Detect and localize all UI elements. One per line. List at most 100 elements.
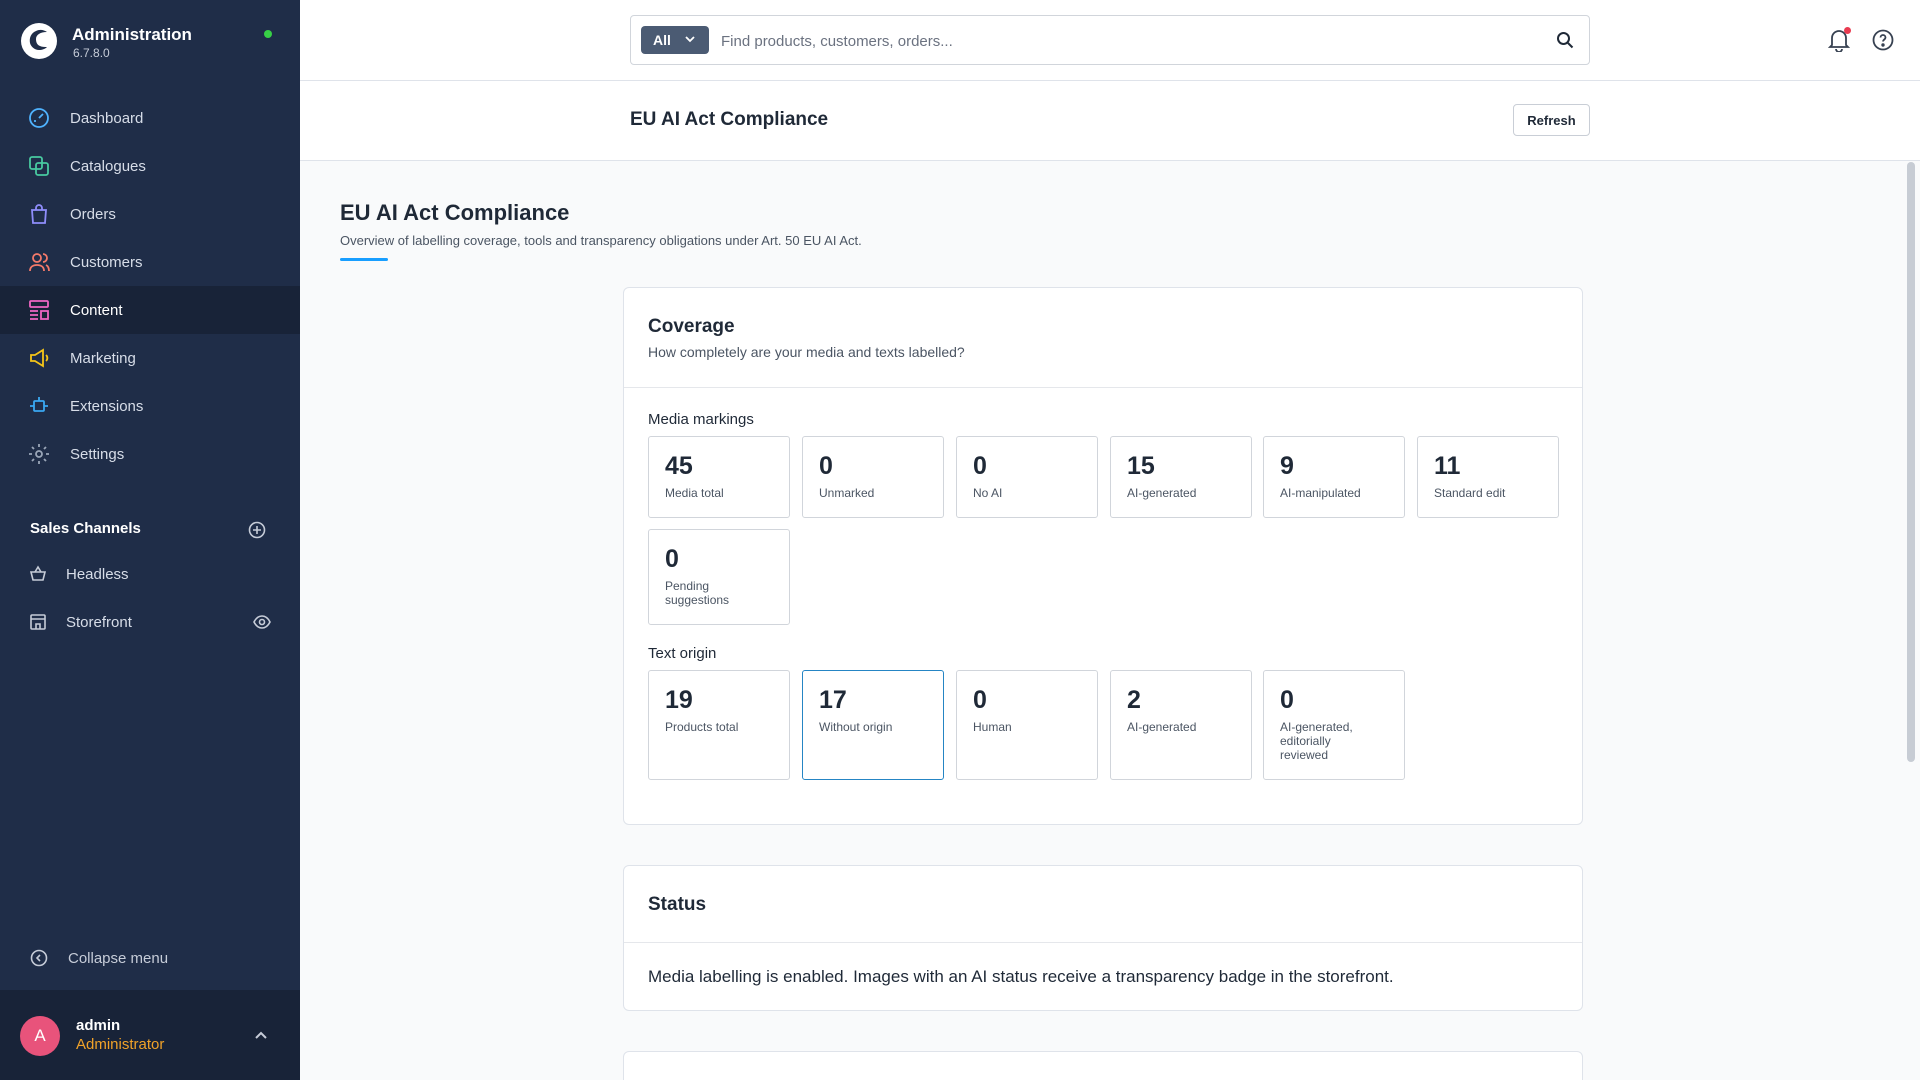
next-card [623, 1051, 1583, 1080]
stat-value: 19 [665, 686, 693, 714]
basket-icon [29, 565, 47, 581]
nav-item-orders[interactable]: Orders [0, 190, 300, 238]
nav-item-catalogues[interactable]: Catalogues [0, 142, 300, 190]
global-search: All [630, 15, 1590, 65]
stat-value: 0 [665, 545, 679, 573]
status-card-header: Status [624, 866, 1582, 943]
nav-item-dashboard[interactable]: Dashboard [0, 94, 300, 142]
stat-value: 0 [819, 452, 833, 480]
page-title: EU AI Act Compliance [630, 109, 829, 130]
stat-standard-edit: 11 Standard edit [1417, 436, 1559, 518]
stat-pending-suggestions: 0 Pending suggestions [648, 529, 790, 625]
nav-label: Extensions [70, 397, 144, 415]
coverage-title: Coverage [648, 316, 735, 337]
stat-value: 17 [819, 686, 847, 714]
sales-channel-list: Headless Storefront [0, 550, 300, 646]
stat-label: Pending suggestions [665, 579, 730, 607]
nav-label: Dashboard [70, 109, 144, 127]
sales-channel-label: Storefront [66, 613, 132, 631]
stat-label: Standard edit [1434, 486, 1506, 500]
stat-without-origin: 17 Without origin [802, 670, 944, 780]
title-accent-underline [340, 258, 388, 261]
nav-label: Customers [70, 253, 143, 271]
stat-value: 2 [1127, 686, 1141, 714]
stat-value: 11 [1434, 452, 1461, 480]
orders-icon [31, 204, 47, 224]
brand[interactable]: Administration 6.7.8.0 [20, 22, 280, 62]
status-title: Status [648, 894, 707, 915]
search-type-label: All [653, 32, 671, 48]
user-name: admin [76, 1017, 121, 1034]
collapse-menu-button[interactable]: Collapse menu [30, 946, 168, 970]
stat-media-total: 45 Media total [648, 436, 790, 518]
sidebar: Administration 6.7.8.0 Dashboard Catalog… [0, 0, 300, 1080]
user-menu[interactable]: A admin Administrator [0, 990, 300, 1080]
content-scrollbar[interactable] [1907, 162, 1915, 762]
stat-label: AI-generated [1127, 720, 1197, 734]
nav-item-customers[interactable]: Customers [0, 238, 300, 286]
stat-value: 45 [665, 452, 693, 480]
top-bar: All [300, 0, 1920, 81]
add-sales-channel-icon[interactable] [248, 521, 266, 539]
stat-ai-manipulated: 9 AI-manipulated [1263, 436, 1405, 518]
page-header: EU AI Act Compliance Refresh [300, 81, 1920, 161]
content-title: EU AI Act Compliance [340, 200, 570, 225]
collapse-menu-label: Collapse menu [68, 949, 169, 967]
content-subtitle: Overview of labelling coverage, tools an… [340, 233, 862, 248]
search-icon[interactable] [1556, 31, 1574, 49]
nav-item-extensions[interactable]: Extensions [0, 382, 300, 430]
stat-label: Human [973, 720, 1012, 734]
sales-channels-title: Sales Channels [30, 520, 141, 537]
catalogues-icon [29, 156, 49, 176]
shop-logo-icon [21, 23, 57, 59]
user-role: Administrator [76, 1036, 165, 1053]
main-nav: Dashboard Catalogues Orders Customers Co… [0, 94, 300, 478]
nav-label: Catalogues [70, 157, 146, 175]
sales-channel-headless[interactable]: Headless [0, 550, 300, 598]
stat-value: 9 [1280, 452, 1294, 480]
notification-badge [1844, 27, 1851, 34]
stat-value: 0 [1280, 686, 1294, 714]
status-message: Media labelling is enabled. Images with … [648, 967, 1394, 986]
app-version: 6.7.8.0 [73, 46, 110, 60]
storefront-icon [30, 614, 46, 630]
stat-label: Unmarked [819, 486, 875, 500]
nav-label: Content [70, 301, 123, 319]
eye-icon[interactable] [253, 614, 271, 630]
app-title: Administration [72, 25, 192, 44]
customers-icon [29, 253, 50, 272]
refresh-button[interactable]: Refresh [1513, 104, 1590, 136]
coverage-card-header: Coverage How completely are your media a… [624, 288, 1582, 388]
avatar: A [20, 1016, 60, 1056]
stat-label: AI-generated, editorially reviewed [1280, 720, 1353, 762]
coverage-card: Coverage How completely are your media a… [623, 287, 1583, 825]
media-markings-label: Media markings [648, 411, 754, 428]
nav-item-marketing[interactable]: Marketing [0, 334, 300, 382]
stat-label: Media total [665, 486, 724, 500]
online-status-dot [264, 30, 272, 38]
stat-products-total: 19 Products total [648, 670, 790, 780]
stat-label: Without origin [819, 720, 893, 734]
extensions-icon [30, 397, 48, 412]
help-icon[interactable] [1872, 29, 1894, 51]
chevron-down-icon [685, 36, 695, 43]
chevron-up-icon[interactable] [254, 1030, 268, 1040]
nav-item-content[interactable]: Content [0, 286, 300, 334]
stat-label: No AI [973, 486, 1003, 500]
search-type-dropdown[interactable]: All [641, 26, 709, 54]
stat-label: Products total [665, 720, 739, 734]
stat-no-ai: 0 No AI [956, 436, 1098, 518]
stat-value: 0 [973, 686, 987, 714]
search-input[interactable] [721, 29, 1521, 53]
collapse-icon [30, 949, 48, 967]
sales-channel-storefront[interactable]: Storefront [0, 598, 300, 646]
stat-label: AI-manipulated [1280, 486, 1361, 500]
status-card: Status Media labelling is enabled. Image… [623, 865, 1583, 1011]
stat-value: 15 [1127, 452, 1155, 480]
nav-item-settings[interactable]: Settings [0, 430, 300, 478]
stat-unmarked: 0 Unmarked [802, 436, 944, 518]
content-icon [29, 300, 49, 320]
marketing-icon [30, 348, 49, 368]
stat-ai-generated: 15 AI-generated [1110, 436, 1252, 518]
nav-label: Settings [70, 445, 125, 463]
